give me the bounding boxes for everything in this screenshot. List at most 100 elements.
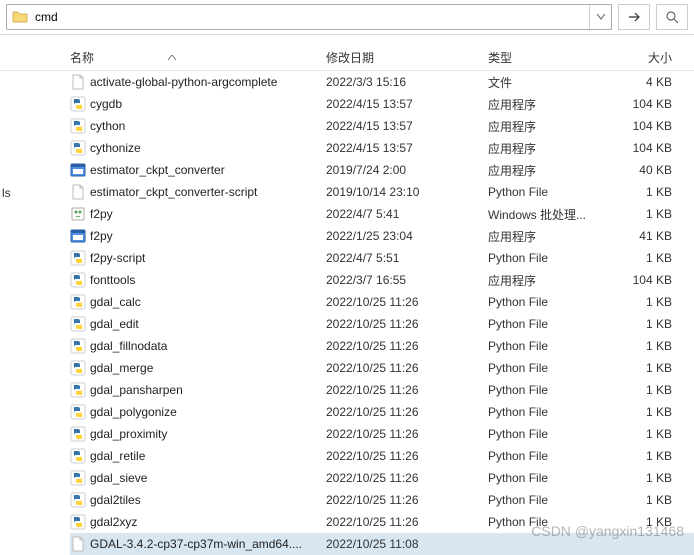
file-icon: [70, 272, 86, 288]
file-name-cell: estimator_ckpt_converter-script: [70, 184, 326, 200]
file-name-cell: activate-global-python-argcomplete: [70, 74, 326, 90]
file-row[interactable]: fonttools2022/3/7 16:55应用程序104 KB: [70, 269, 694, 291]
file-row[interactable]: gdal_edit2022/10/25 11:26Python File1 KB: [70, 313, 694, 335]
file-name-cell: gdal_edit: [70, 316, 326, 332]
file-type-cell: 应用程序: [488, 272, 600, 289]
file-type-cell: Python File: [488, 515, 600, 529]
left-nav-item[interactable]: ls: [0, 182, 18, 204]
file-name-cell: f2py: [70, 228, 326, 244]
file-type-cell: Python File: [488, 471, 600, 485]
file-row[interactable]: gdal2tiles2022/10/25 11:26Python File1 K…: [70, 489, 694, 511]
file-name-label: f2py: [90, 207, 113, 221]
file-row[interactable]: cythonize2022/4/15 13:57应用程序104 KB: [70, 137, 694, 159]
sort-indicator-icon: [168, 53, 176, 63]
file-date-cell: 2022/4/7 5:41: [326, 207, 488, 221]
file-date-cell: 2022/10/25 11:26: [326, 339, 488, 353]
file-name-label: gdal_proximity: [90, 427, 167, 441]
file-name-label: gdal_calc: [90, 295, 141, 309]
file-row[interactable]: gdal_proximity2022/10/25 11:26Python Fil…: [70, 423, 694, 445]
file-icon: [70, 316, 86, 332]
file-type-cell: Python File: [488, 449, 600, 463]
file-type-cell: 应用程序: [488, 162, 600, 179]
file-name-label: estimator_ckpt_converter-script: [90, 185, 257, 199]
file-icon: [70, 294, 86, 310]
file-row[interactable]: gdal_calc2022/10/25 11:26Python File1 KB: [70, 291, 694, 313]
file-name-label: GDAL-3.4.2-cp37-cp37m-win_amd64....: [90, 537, 302, 551]
file-row[interactable]: gdal_pansharpen2022/10/25 11:26Python Fi…: [70, 379, 694, 401]
file-row[interactable]: activate-global-python-argcomplete2022/3…: [70, 71, 694, 93]
file-name-cell: gdal_sieve: [70, 470, 326, 486]
file-name-label: fonttools: [90, 273, 135, 287]
file-type-cell: 应用程序: [488, 140, 600, 157]
file-icon: [70, 470, 86, 486]
file-type-cell: Python File: [488, 295, 600, 309]
file-size-cell: 1 KB: [600, 405, 680, 419]
address-bar: cmd: [0, 0, 694, 35]
file-size-cell: 1 KB: [600, 317, 680, 331]
file-size-cell: 1 KB: [600, 185, 680, 199]
file-type-cell: Python File: [488, 405, 600, 419]
file-name-cell: estimator_ckpt_converter: [70, 162, 326, 178]
file-row[interactable]: cygdb2022/4/15 13:57应用程序104 KB: [70, 93, 694, 115]
file-date-cell: 2022/4/7 5:51: [326, 251, 488, 265]
file-name-cell: cygdb: [70, 96, 326, 112]
file-size-cell: 40 KB: [600, 163, 680, 177]
file-type-cell: Windows 批处理...: [488, 206, 600, 223]
file-row[interactable]: GDAL-3.4.2-cp37-cp37m-win_amd64....2022/…: [70, 533, 694, 555]
file-row[interactable]: gdal2xyz2022/10/25 11:26Python File1 KB: [70, 511, 694, 533]
file-name-cell: GDAL-3.4.2-cp37-cp37m-win_amd64....: [70, 536, 326, 552]
file-name-label: cython: [90, 119, 125, 133]
header-date[interactable]: 修改日期: [326, 49, 488, 66]
header-name[interactable]: 名称: [70, 49, 326, 66]
file-name-label: gdal_sieve: [90, 471, 147, 485]
file-icon: [70, 228, 86, 244]
file-row[interactable]: gdal_merge2022/10/25 11:26Python File1 K…: [70, 357, 694, 379]
file-row[interactable]: gdal_sieve2022/10/25 11:26Python File1 K…: [70, 467, 694, 489]
header-type[interactable]: 类型: [488, 49, 600, 66]
file-icon: [70, 492, 86, 508]
file-row[interactable]: gdal_polygonize2022/10/25 11:26Python Fi…: [70, 401, 694, 423]
file-row[interactable]: gdal_fillnodata2022/10/25 11:26Python Fi…: [70, 335, 694, 357]
file-name-cell: f2py: [70, 206, 326, 222]
file-size-cell: 104 KB: [600, 141, 680, 155]
file-name-label: gdal_polygonize: [90, 405, 177, 419]
file-size-cell: 1 KB: [600, 207, 680, 221]
file-row[interactable]: estimator_ckpt_converter2019/7/24 2:00应用…: [70, 159, 694, 181]
file-icon: [70, 162, 86, 178]
file-icon: [70, 536, 86, 552]
file-type-cell: 应用程序: [488, 118, 600, 135]
go-button[interactable]: [618, 4, 650, 30]
header-size[interactable]: 大小: [600, 49, 680, 66]
file-name-label: gdal_merge: [90, 361, 153, 375]
address-dropdown[interactable]: [589, 5, 611, 29]
file-row[interactable]: f2py2022/1/25 23:04应用程序41 KB: [70, 225, 694, 247]
file-size-cell: 41 KB: [600, 229, 680, 243]
file-date-cell: 2022/4/15 13:57: [326, 97, 488, 111]
file-icon: [70, 514, 86, 530]
file-row[interactable]: cython2022/4/15 13:57应用程序104 KB: [70, 115, 694, 137]
file-date-cell: 2019/7/24 2:00: [326, 163, 488, 177]
file-row[interactable]: f2py 2022/4/7 5:41Windows 批处理...1 KB: [70, 203, 694, 225]
file-size-cell: 1 KB: [600, 295, 680, 309]
file-name-cell: gdal_calc: [70, 294, 326, 310]
file-type-cell: 文件: [488, 74, 600, 91]
file-type-cell: Python File: [488, 185, 600, 199]
address-box[interactable]: cmd: [6, 4, 612, 30]
file-icon: [70, 382, 86, 398]
header-name-label: 名称: [70, 49, 94, 66]
file-size-cell: 1 KB: [600, 251, 680, 265]
search-button[interactable]: [656, 4, 688, 30]
file-icon: [70, 74, 86, 90]
file-date-cell: 2022/10/25 11:26: [326, 449, 488, 463]
file-name-cell: gdal_pansharpen: [70, 382, 326, 398]
file-row[interactable]: f2py-script2022/4/7 5:51Python File1 KB: [70, 247, 694, 269]
file-size-cell: 104 KB: [600, 97, 680, 111]
file-size-cell: 1 KB: [600, 427, 680, 441]
file-type-cell: Python File: [488, 339, 600, 353]
file-row[interactable]: gdal_retile2022/10/25 11:26Python File1 …: [70, 445, 694, 467]
file-name-cell: cythonize: [70, 140, 326, 156]
file-name-cell: gdal_retile: [70, 448, 326, 464]
file-row[interactable]: estimator_ckpt_converter-script2019/10/1…: [70, 181, 694, 203]
file-type-cell: 应用程序: [488, 228, 600, 245]
file-size-cell: 1 KB: [600, 471, 680, 485]
